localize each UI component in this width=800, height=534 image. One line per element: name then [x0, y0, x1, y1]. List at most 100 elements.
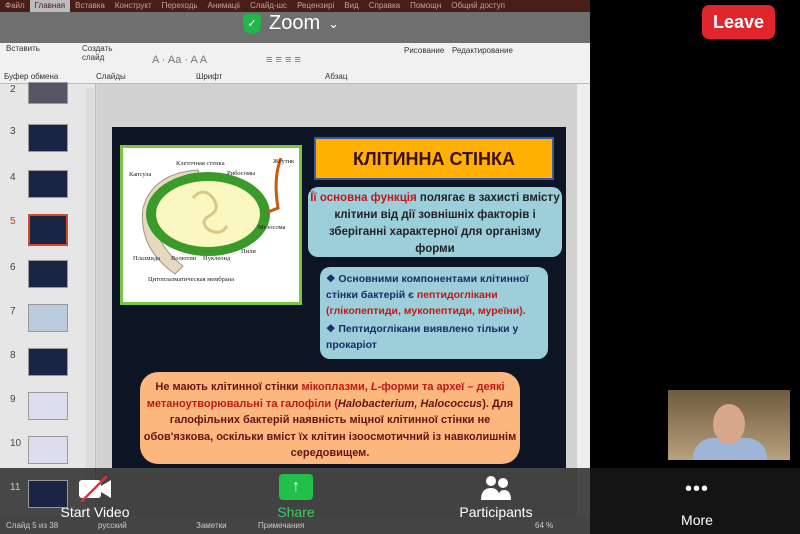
chevron-down-icon: ⌄	[328, 15, 340, 31]
slide-scrollbar[interactable]	[577, 84, 590, 516]
thumbnail-slide-6[interactable]: 6	[0, 260, 96, 300]
slide-title: КЛІТИННА СТІНКА	[314, 137, 554, 180]
slide-number: 2	[10, 84, 16, 95]
no-wall-textbox: Не мають клітинної стінки мікоплазми, L-…	[140, 372, 520, 464]
slide-number: 7	[10, 306, 16, 317]
slide: Капсула Клеточная стенка Рибосомы Жгутик…	[112, 127, 566, 468]
slide-thumbnail-image	[28, 260, 68, 288]
tab-slideshow[interactable]: Слайд-шс	[245, 0, 292, 12]
tab-share[interactable]: Общий доступ	[446, 0, 510, 12]
bullet-text: Пептидоглікани виявлено тільки у прокарі…	[326, 323, 519, 351]
label-ribosomes: Рибосомы	[227, 170, 256, 177]
leave-button[interactable]: Leave	[702, 5, 775, 39]
italic-text: Halobacterium, Halococcus	[337, 397, 483, 410]
group-font: Шрифт	[196, 72, 223, 81]
label-volutin: Волютин	[171, 255, 197, 262]
label-capsule: Капсула	[129, 171, 152, 178]
participant-video[interactable]	[668, 390, 790, 460]
more-button[interactable]: ••• More	[667, 468, 727, 528]
thumbnail-slide-9[interactable]: 9	[0, 392, 96, 432]
thumbnail-scrollbar[interactable]	[86, 88, 94, 508]
slide-counter: Слайд 5 из 38	[6, 521, 59, 530]
function-textbox: Її основна функція полягає в захисті вмі…	[308, 187, 562, 257]
components-textbox: ❖ Основними компонентами клітинної стінк…	[320, 267, 548, 359]
notes-button[interactable]: Заметки	[196, 521, 227, 530]
slide-thumbnail-image	[28, 214, 68, 246]
more-label: More	[681, 512, 713, 528]
group-slides: Слайды	[96, 72, 126, 81]
shield-check-icon: ✓	[243, 13, 261, 34]
thumbnail-slide-8[interactable]: 8	[0, 348, 96, 388]
share-arrow-icon: ↑	[279, 474, 313, 500]
slide-thumbnail-image	[28, 348, 68, 376]
new-slide-button[interactable]: Создать слайд	[82, 44, 116, 62]
slide-thumbnail-image	[28, 392, 68, 420]
powerpoint-window: Файл Главная Вставка Конструкт Переходь …	[0, 0, 590, 534]
group-paragraph: Абзац	[325, 72, 348, 81]
slide-number: 6	[10, 262, 16, 273]
thumbnail-slide-5[interactable]: 5	[0, 214, 96, 254]
more-dots-icon: •••	[684, 478, 709, 500]
thumbnail-slide-2[interactable]: 2	[0, 82, 96, 122]
tab-animations[interactable]: Анимаціі	[203, 0, 245, 12]
language-indicator[interactable]: русский	[98, 521, 127, 530]
label-flagellum: Жгутик	[273, 158, 295, 165]
zoom-title[interactable]: ✓ Zoom ⌄	[243, 12, 339, 35]
paste-button[interactable]: Вставить	[6, 44, 40, 53]
status-bar: Слайд 5 из 38 русский Заметки Примечания…	[0, 516, 590, 534]
ribbon-tabs: Файл Главная Вставка Конструкт Переходь …	[0, 0, 590, 12]
bacteria-diagram: Капсула Клеточная стенка Рибосомы Жгутик…	[120, 145, 302, 305]
slide-number: 5	[10, 216, 16, 227]
align-icons[interactable]: ≡ ≡ ≡ ≡	[266, 54, 301, 66]
zoom-title-text: Zoom	[269, 12, 321, 34]
label-cell-wall: Клеточная стенка	[176, 160, 225, 167]
slide-thumbnail-image	[28, 124, 68, 152]
label-nucleoid: Нуклеоид	[203, 255, 231, 262]
tab-home[interactable]: Главная	[29, 0, 71, 12]
editing-button[interactable]: Редактирование	[452, 46, 513, 55]
group-clipboard: Буфер обмена	[4, 72, 59, 81]
text: Не мають клітинної стінки	[155, 381, 302, 393]
zoom-level[interactable]: 64 %	[535, 521, 553, 530]
slide-number: 8	[10, 350, 16, 361]
comments-button[interactable]: Примечания	[258, 521, 304, 530]
italic-text: L	[370, 381, 378, 393]
slide-number: 11	[10, 482, 21, 493]
slide-number: 10	[10, 438, 22, 449]
bullet-components: ❖ Основними компонентами клітинної стінк…	[326, 273, 529, 317]
slide-number: 4	[10, 172, 16, 183]
tab-view[interactable]: Вид	[339, 0, 363, 12]
slide-number: 9	[10, 394, 16, 405]
label-plasmid: Плазмида	[133, 255, 161, 262]
font-format-icons[interactable]: A · Aa · A A	[152, 54, 207, 66]
tab-tell-me[interactable]: Помощн	[405, 0, 446, 12]
slide-thumbnails: 2 3 4 5 6 7 8 9 10 11	[0, 82, 96, 516]
label-mesosome: Мезосома	[258, 224, 286, 231]
thumbnail-slide-3[interactable]: 3	[0, 124, 96, 164]
tab-file[interactable]: Файл	[0, 0, 30, 12]
thumbnail-slide-7[interactable]: 7	[0, 304, 96, 344]
zoom-title-overlay: ✓ Zoom ⌄	[0, 12, 590, 43]
tab-help[interactable]: Справка	[364, 0, 405, 12]
thumbnail-slide-11[interactable]: 11	[0, 480, 96, 520]
participant-head	[713, 404, 745, 444]
bullet-prokaryotes: ❖ Пептидоглікани виявлено тільки у прока…	[326, 323, 519, 351]
participants-icon	[481, 476, 511, 500]
label-cytoplasmic-membrane: Цитоплазматическая мембрана	[148, 276, 235, 283]
label-pili: Пили	[241, 248, 256, 255]
slide-thumbnail-image	[28, 82, 68, 104]
tab-review[interactable]: Рецензирі	[292, 0, 339, 12]
tab-transitions[interactable]: Переходь	[157, 0, 203, 12]
share-button[interactable]: ↑ Share	[260, 468, 332, 520]
slide-thumbnail-image	[28, 480, 68, 508]
participants-button[interactable]: Participants	[450, 468, 542, 520]
thumbnail-slide-4[interactable]: 4	[0, 170, 96, 210]
highlight-text: Її основна функція	[310, 192, 417, 204]
tab-design[interactable]: Конструкт	[110, 0, 157, 12]
drawing-button[interactable]: Рисование	[404, 46, 444, 55]
slide-thumbnail-image	[28, 436, 68, 464]
slide-thumbnail-image	[28, 170, 68, 198]
tab-insert[interactable]: Вставка	[70, 0, 110, 12]
slide-thumbnail-image	[28, 304, 68, 332]
slide-number: 3	[10, 126, 16, 137]
